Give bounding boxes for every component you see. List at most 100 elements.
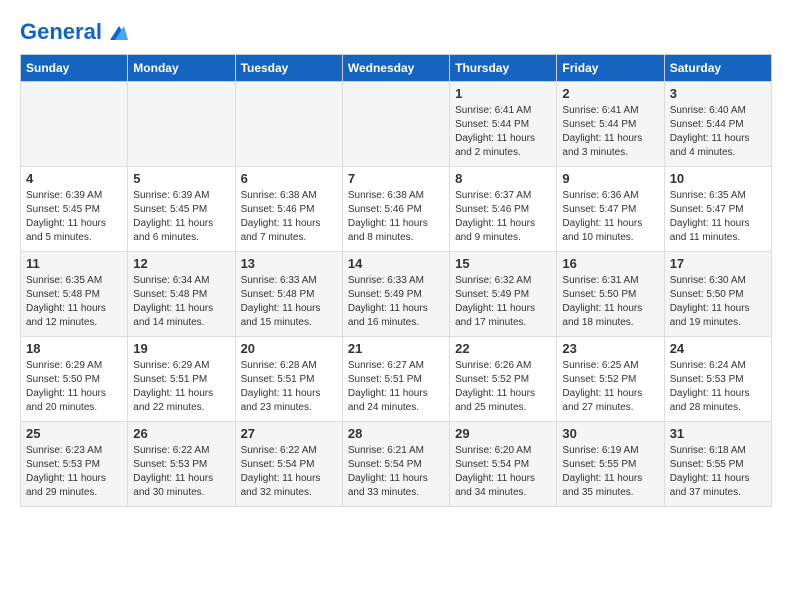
day-cell: 11 Sunrise: 6:35 AM Sunset: 5:48 PM Dayli…: [21, 252, 128, 337]
day-cell: [342, 82, 449, 167]
day-cell: 20 Sunrise: 6:28 AM Sunset: 5:51 PM Dayli…: [235, 337, 342, 422]
day-number: 22: [455, 341, 551, 356]
day-number: 21: [348, 341, 444, 356]
logo-text: General: [20, 20, 128, 44]
week-row-1: 1 Sunrise: 6:41 AM Sunset: 5:44 PM Daylig…: [21, 82, 772, 167]
day-info: Sunrise: 6:23 AM Sunset: 5:53 PM Dayligh…: [26, 444, 122, 500]
calendar-table: SundayMondayTuesdayWednesdayThursdayFrid…: [20, 54, 772, 507]
day-info: Sunrise: 6:28 AM Sunset: 5:51 PM Dayligh…: [241, 359, 337, 415]
day-cell: [21, 82, 128, 167]
day-cell: 21Sunrise: 6:27 AM Sunset: 5:51 PM Dayli…: [342, 337, 449, 422]
day-info: Sunrise: 6:22 AM Sunset: 5:53 PM Dayligh…: [133, 444, 229, 500]
day-cell: [128, 82, 235, 167]
day-cell: 5 Sunrise: 6:39 AM Sunset: 5:45 PM Daylig…: [128, 167, 235, 252]
day-cell: 25 Sunrise: 6:23 AM Sunset: 5:53 PM Dayli…: [21, 422, 128, 507]
day-number: 20: [241, 341, 337, 356]
day-info: Sunrise: 6:21 AM Sunset: 5:54 PM Dayligh…: [348, 444, 444, 500]
day-number: 29: [455, 426, 551, 441]
day-info: Sunrise: 6:34 AM Sunset: 5:48 PM Dayligh…: [133, 274, 229, 330]
day-cell: 23Sunrise: 6:25 AM Sunset: 5:52 PM Dayli…: [557, 337, 664, 422]
day-info: Sunrise: 6:33 AM Sunset: 5:48 PM Dayligh…: [241, 274, 337, 330]
day-cell: 31 Sunrise: 6:18 AM Sunset: 5:55 PM Dayli…: [664, 422, 771, 507]
day-info: Sunrise: 6:24 AM Sunset: 5:53 PM Dayligh…: [670, 359, 766, 415]
col-header-saturday: Saturday: [664, 55, 771, 82]
col-header-sunday: Sunday: [21, 55, 128, 82]
day-number: 7: [348, 171, 444, 186]
day-number: 27: [241, 426, 337, 441]
day-cell: 17Sunrise: 6:30 AM Sunset: 5:50 PM Dayli…: [664, 252, 771, 337]
week-row-2: 4 Sunrise: 6:39 AM Sunset: 5:45 PM Daylig…: [21, 167, 772, 252]
day-cell: 1 Sunrise: 6:41 AM Sunset: 5:44 PM Daylig…: [450, 82, 557, 167]
day-number: 14: [348, 256, 444, 271]
day-number: 11: [26, 256, 122, 271]
day-info: Sunrise: 6:39 AM Sunset: 5:45 PM Dayligh…: [133, 189, 229, 245]
day-info: Sunrise: 6:41 AM Sunset: 5:44 PM Dayligh…: [455, 104, 551, 160]
day-cell: [235, 82, 342, 167]
day-cell: 30Sunrise: 6:19 AM Sunset: 5:55 PM Dayli…: [557, 422, 664, 507]
week-row-4: 18 Sunrise: 6:29 AM Sunset: 5:50 PM Dayli…: [21, 337, 772, 422]
day-cell: 12Sunrise: 6:34 AM Sunset: 5:48 PM Dayli…: [128, 252, 235, 337]
logo-icon: [110, 26, 128, 40]
day-info: Sunrise: 6:22 AM Sunset: 5:54 PM Dayligh…: [241, 444, 337, 500]
day-info: Sunrise: 6:35 AM Sunset: 5:47 PM Dayligh…: [670, 189, 766, 245]
day-cell: 3 Sunrise: 6:40 AM Sunset: 5:44 PM Daylig…: [664, 82, 771, 167]
day-number: 19: [133, 341, 229, 356]
day-number: 10: [670, 171, 766, 186]
day-number: 25: [26, 426, 122, 441]
day-cell: 26 Sunrise: 6:22 AM Sunset: 5:53 PM Dayli…: [128, 422, 235, 507]
day-info: Sunrise: 6:38 AM Sunset: 5:46 PM Dayligh…: [348, 189, 444, 245]
day-number: 17: [670, 256, 766, 271]
day-cell: 15Sunrise: 6:32 AM Sunset: 5:49 PM Dayli…: [450, 252, 557, 337]
day-number: 3: [670, 86, 766, 101]
day-cell: 2Sunrise: 6:41 AM Sunset: 5:44 PM Daylig…: [557, 82, 664, 167]
day-cell: 7 Sunrise: 6:38 AM Sunset: 5:46 PM Daylig…: [342, 167, 449, 252]
day-cell: 4Sunrise: 6:39 AM Sunset: 5:45 PM Daylig…: [21, 167, 128, 252]
day-cell: 14Sunrise: 6:33 AM Sunset: 5:49 PM Dayli…: [342, 252, 449, 337]
day-info: Sunrise: 6:25 AM Sunset: 5:52 PM Dayligh…: [562, 359, 658, 415]
day-info: Sunrise: 6:29 AM Sunset: 5:51 PM Dayligh…: [133, 359, 229, 415]
day-info: Sunrise: 6:40 AM Sunset: 5:44 PM Dayligh…: [670, 104, 766, 160]
day-number: 28: [348, 426, 444, 441]
day-cell: 22 Sunrise: 6:26 AM Sunset: 5:52 PM Dayli…: [450, 337, 557, 422]
day-number: 26: [133, 426, 229, 441]
day-info: Sunrise: 6:26 AM Sunset: 5:52 PM Dayligh…: [455, 359, 551, 415]
day-info: Sunrise: 6:37 AM Sunset: 5:46 PM Dayligh…: [455, 189, 551, 245]
day-number: 1: [455, 86, 551, 101]
page-header: General: [20, 20, 772, 44]
day-info: Sunrise: 6:18 AM Sunset: 5:55 PM Dayligh…: [670, 444, 766, 500]
day-cell: 16 Sunrise: 6:31 AM Sunset: 5:50 PM Dayli…: [557, 252, 664, 337]
day-cell: 8 Sunrise: 6:37 AM Sunset: 5:46 PM Daylig…: [450, 167, 557, 252]
week-row-5: 25 Sunrise: 6:23 AM Sunset: 5:53 PM Dayli…: [21, 422, 772, 507]
day-cell: 24 Sunrise: 6:24 AM Sunset: 5:53 PM Dayli…: [664, 337, 771, 422]
day-number: 5: [133, 171, 229, 186]
day-info: Sunrise: 6:35 AM Sunset: 5:48 PM Dayligh…: [26, 274, 122, 330]
day-number: 24: [670, 341, 766, 356]
day-number: 4: [26, 171, 122, 186]
header-row: SundayMondayTuesdayWednesdayThursdayFrid…: [21, 55, 772, 82]
col-header-wednesday: Wednesday: [342, 55, 449, 82]
day-cell: 19 Sunrise: 6:29 AM Sunset: 5:51 PM Dayli…: [128, 337, 235, 422]
day-number: 18: [26, 341, 122, 356]
day-cell: 10 Sunrise: 6:35 AM Sunset: 5:47 PM Dayli…: [664, 167, 771, 252]
day-number: 2: [562, 86, 658, 101]
day-info: Sunrise: 6:29 AM Sunset: 5:50 PM Dayligh…: [26, 359, 122, 415]
day-number: 31: [670, 426, 766, 441]
day-number: 9: [562, 171, 658, 186]
day-cell: 27 Sunrise: 6:22 AM Sunset: 5:54 PM Dayli…: [235, 422, 342, 507]
day-info: Sunrise: 6:31 AM Sunset: 5:50 PM Dayligh…: [562, 274, 658, 330]
col-header-tuesday: Tuesday: [235, 55, 342, 82]
day-cell: 18 Sunrise: 6:29 AM Sunset: 5:50 PM Dayli…: [21, 337, 128, 422]
col-header-thursday: Thursday: [450, 55, 557, 82]
day-number: 15: [455, 256, 551, 271]
day-number: 16: [562, 256, 658, 271]
col-header-friday: Friday: [557, 55, 664, 82]
week-row-3: 11 Sunrise: 6:35 AM Sunset: 5:48 PM Dayli…: [21, 252, 772, 337]
day-number: 6: [241, 171, 337, 186]
day-number: 8: [455, 171, 551, 186]
day-cell: 13Sunrise: 6:33 AM Sunset: 5:48 PM Dayli…: [235, 252, 342, 337]
day-info: Sunrise: 6:38 AM Sunset: 5:46 PM Dayligh…: [241, 189, 337, 245]
day-cell: 29Sunrise: 6:20 AM Sunset: 5:54 PM Dayli…: [450, 422, 557, 507]
col-header-monday: Monday: [128, 55, 235, 82]
day-info: Sunrise: 6:36 AM Sunset: 5:47 PM Dayligh…: [562, 189, 658, 245]
day-cell: 28 Sunrise: 6:21 AM Sunset: 5:54 PM Dayli…: [342, 422, 449, 507]
